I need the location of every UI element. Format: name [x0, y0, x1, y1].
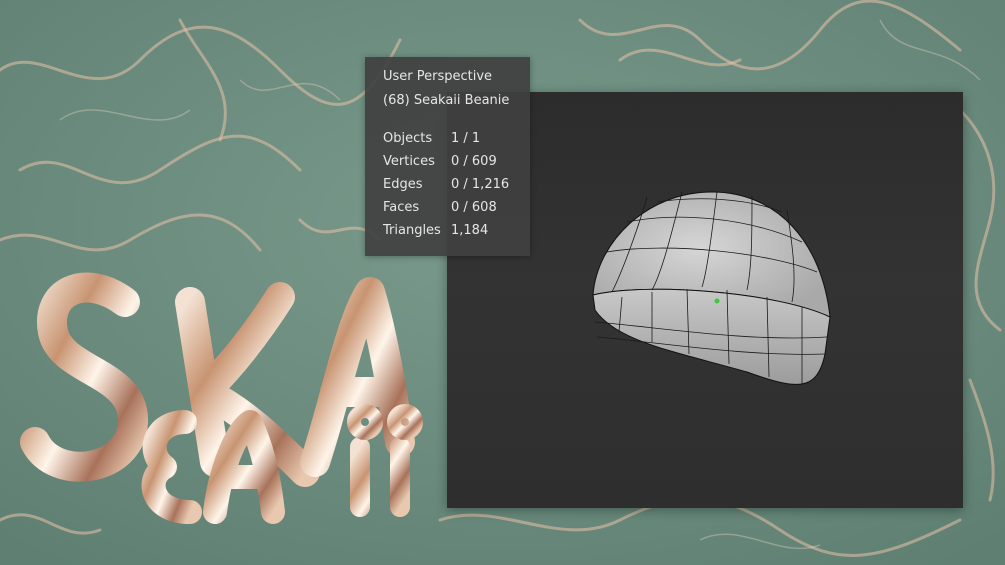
stat-label: Edges — [383, 177, 423, 192]
seakaii-chrome-logo — [20, 272, 423, 524]
view-name: User Perspective — [383, 69, 493, 84]
stat-label: Triangles — [383, 223, 441, 238]
stat-label: Vertices — [383, 154, 435, 169]
stat-value: 0 / 609 — [451, 154, 497, 169]
stat-label: Faces — [383, 200, 420, 215]
stat-value: 1 / 1 — [451, 131, 481, 146]
object-origin-icon — [714, 298, 720, 304]
viewport-stats-overlay: User Perspective (68) Seakaii Beanie Obj… — [365, 57, 530, 256]
stat-value: 0 / 1,216 — [451, 177, 510, 192]
stat-label: Objects — [383, 131, 433, 146]
stat-value: 0 / 608 — [451, 200, 497, 215]
stat-value: 1,184 — [451, 223, 489, 238]
object-label: (68) Seakaii Beanie — [383, 93, 510, 108]
